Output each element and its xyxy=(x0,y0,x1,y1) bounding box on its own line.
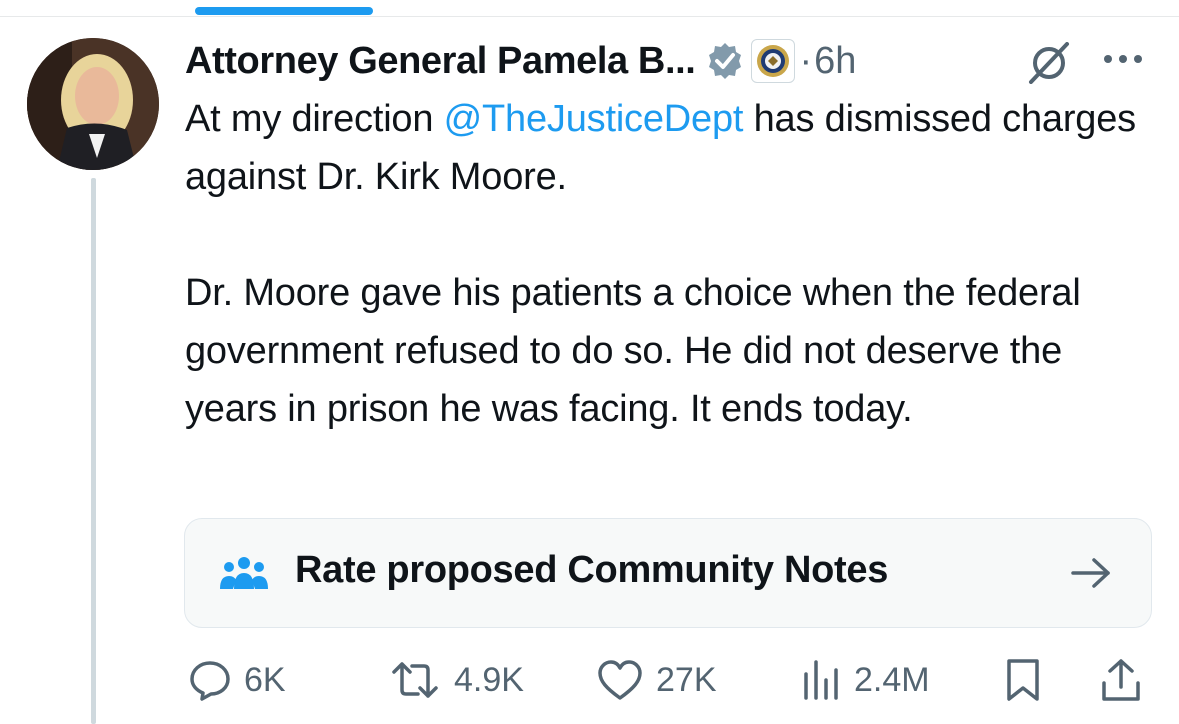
repost-button[interactable]: 4.9K xyxy=(388,650,524,710)
arrow-right-icon xyxy=(1071,558,1110,588)
grok-icon[interactable] xyxy=(1027,42,1071,84)
tweet-text-intro: At my direction xyxy=(185,98,444,140)
community-notes-icon xyxy=(220,557,268,589)
mention-link[interactable]: @TheJusticeDept xyxy=(444,98,744,140)
bookmark-button[interactable] xyxy=(1003,650,1043,710)
community-notes-label: Rate proposed Community Notes xyxy=(295,549,889,591)
avatar[interactable] xyxy=(27,38,159,170)
top-divider xyxy=(0,16,1179,17)
tweet-paragraph-1: At my direction @TheJusticeDept has dism… xyxy=(185,90,1160,206)
tweet-paragraph-2: Dr. Moore gave his patients a choice whe… xyxy=(185,272,1081,430)
community-notes-card[interactable]: Rate proposed Community Notes xyxy=(184,518,1152,628)
verified-badge-icon[interactable] xyxy=(705,41,745,81)
repost-count: 4.9K xyxy=(454,660,524,699)
reply-count: 6K xyxy=(244,660,286,699)
share-icon xyxy=(1102,659,1140,701)
reply-button[interactable]: 6K xyxy=(188,650,286,710)
reply-icon xyxy=(190,661,230,701)
tweet-text: At my direction @TheJusticeDept has dism… xyxy=(185,90,1160,438)
tweet-header: Attorney General Pamela B... · 6h xyxy=(185,33,1165,89)
separator-dot: · xyxy=(799,39,813,82)
active-tab-indicator xyxy=(195,7,373,15)
thread-line xyxy=(91,178,96,724)
views-count: 2.4M xyxy=(854,660,930,699)
avatar-image xyxy=(27,38,159,170)
doj-seal-icon[interactable] xyxy=(751,39,796,83)
like-count: 27K xyxy=(656,660,717,699)
action-bar: 6K 4.9K 27K 2.4M xyxy=(0,650,1179,710)
author-name[interactable]: Attorney General Pamela B... xyxy=(185,40,696,83)
repost-icon xyxy=(392,662,438,698)
views-button[interactable]: 2.4M xyxy=(800,650,930,710)
timestamp[interactable]: 6h xyxy=(814,40,856,83)
like-icon xyxy=(598,660,642,700)
views-icon xyxy=(804,660,838,700)
bookmark-icon xyxy=(1007,659,1039,701)
more-icon[interactable] xyxy=(1098,44,1148,74)
like-button[interactable]: 27K xyxy=(596,650,717,710)
share-button[interactable] xyxy=(1099,650,1143,710)
